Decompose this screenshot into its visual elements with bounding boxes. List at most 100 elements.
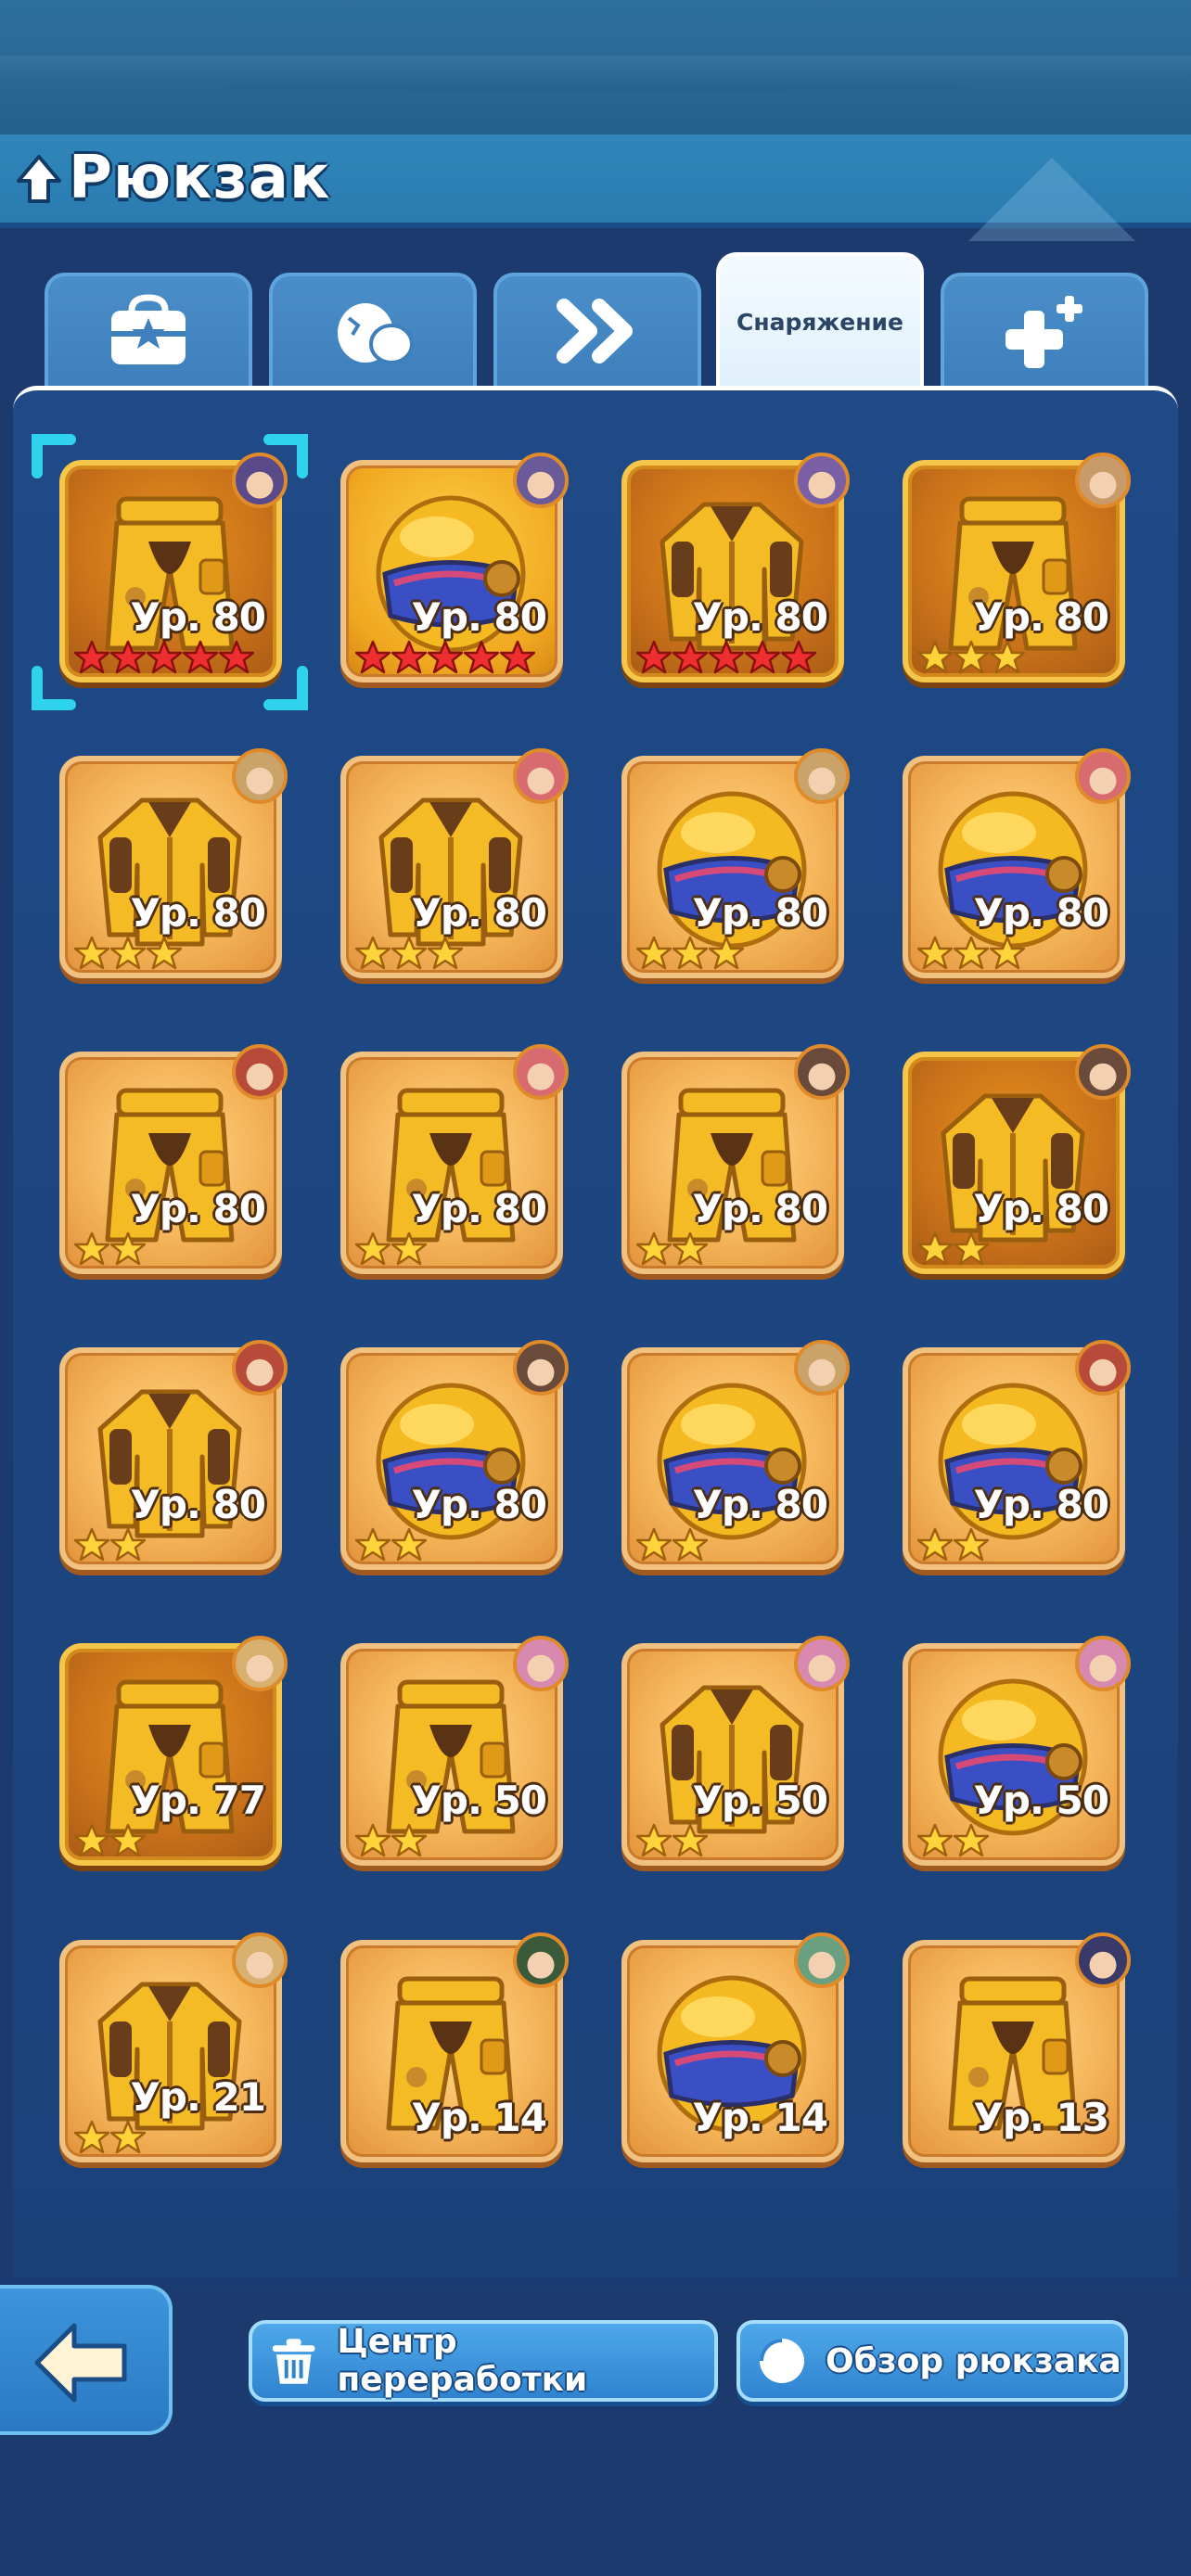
star-rating [74,1823,146,1860]
item-level: Ур. 21 [130,2074,266,2120]
star-rating [917,640,1025,677]
hero-avatar [794,1044,850,1100]
equipment-slot[interactable]: Ур. 80 [903,1340,1131,1570]
star-icon [636,1823,672,1857]
item-level: Ур. 50 [973,1778,1109,1823]
star-icon [709,640,744,674]
item-level: Ур. 80 [130,890,266,936]
equipment-slot[interactable]: Ур. 80 [340,453,569,682]
equipment-slot[interactable]: Ур. 80 [59,1340,288,1570]
equipment-slot[interactable]: Ур. 50 [621,1636,850,1866]
star-icon [355,640,391,674]
equipment-slot[interactable]: Ур. 14 [621,1932,850,2162]
star-icon [183,640,218,674]
star-icon [391,1823,427,1857]
star-rating [917,1527,989,1564]
recycle-center-button[interactable]: Центр переработки [249,2320,718,2402]
equipment-slot[interactable]: Ур. 14 [340,1932,569,2162]
equipment-slot[interactable]: Ур. 80 [340,1340,569,1570]
star-icon [500,640,535,674]
tab-eggs[interactable] [269,273,477,386]
star-rating [917,1823,989,1860]
equipment-slot[interactable]: Ур. 80 [340,1044,569,1274]
star-rating [74,1231,146,1269]
equipment-slot[interactable]: Ур. 80 [621,1044,850,1274]
equipment-slot[interactable]: Ур. 50 [903,1636,1131,1866]
equipment-slot[interactable]: Ур. 80 [903,1044,1131,1274]
item-level: Ур. 80 [692,594,828,640]
item-level: Ур. 80 [692,890,828,936]
equipment-slot[interactable]: Ур. 50 [340,1636,569,1866]
star-icon [954,936,989,970]
star-icon [391,1231,427,1266]
tab-equipment[interactable]: Снаряжение [716,252,924,388]
star-icon [672,1527,708,1562]
item-level: Ур. 80 [411,890,547,936]
star-rating [355,1231,427,1269]
equipment-slot[interactable]: Ур. 21 [59,1932,288,2162]
star-icon [636,640,672,674]
star-rating [917,1231,989,1269]
equipment-slot[interactable]: Ур. 80 [59,453,288,682]
star-icon [74,1527,109,1562]
equipment-slot[interactable]: Ур. 80 [59,748,288,978]
item-level: Ур. 13 [973,2095,1109,2140]
item-level: Ур. 77 [130,1778,266,1823]
hero-avatar [513,748,569,804]
star-icon [954,640,989,674]
pie-chart-icon [760,2339,804,2383]
star-icon [147,936,182,970]
star-icon [745,640,780,674]
backpack-overview-button[interactable]: Обзор рюкзака [736,2320,1128,2402]
item-level: Ур. 80 [973,1186,1109,1231]
star-icon [110,1231,146,1266]
hero-avatar [513,1932,569,1988]
bag-star-icon [111,294,186,364]
item-level: Ур. 80 [130,1186,266,1231]
tab-items[interactable] [45,273,252,386]
hero-avatar [794,1340,850,1396]
star-rating [355,1527,427,1564]
item-level: Ур. 80 [130,1482,266,1527]
equipment-slot[interactable]: Ур. 80 [621,748,850,978]
equipment-slot[interactable]: Ур. 80 [621,1340,850,1570]
hero-avatar [1075,1044,1131,1100]
star-rating [74,640,254,677]
star-icon [391,936,427,970]
star-icon [672,1231,708,1266]
tab-enhance[interactable] [941,273,1148,386]
plus-sparkle-icon [1005,296,1082,368]
hero-avatar [232,748,288,804]
star-icon [110,640,146,674]
star-icon [636,1527,672,1562]
backpack-overview-label: Обзор рюкзака [826,2341,1121,2380]
hero-avatar [1075,748,1131,804]
equipment-slot[interactable]: Ур. 80 [903,453,1131,682]
trash-icon [272,2339,315,2384]
equipment-slot[interactable]: Ур. 13 [903,1932,1131,2162]
equipment-slot[interactable]: Ур. 80 [621,453,850,682]
star-icon [110,1527,146,1562]
tab-upgrade[interactable] [493,273,701,386]
star-icon [990,936,1025,970]
star-icon [954,1527,989,1562]
hero-avatar [1075,1340,1131,1396]
star-icon [636,936,672,970]
equipment-slot[interactable]: Ур. 77 [59,1636,288,1866]
star-icon [110,2120,146,2154]
star-icon [355,1823,391,1857]
equipment-slot[interactable]: Ур. 80 [59,1044,288,1274]
item-level: Ур. 80 [973,594,1109,640]
equipment-slot[interactable]: Ур. 80 [903,748,1131,978]
back-arrow-icon [34,2323,127,2403]
star-rating [355,936,463,973]
star-rating [74,1527,146,1564]
tree-icon [17,155,61,203]
background-triangle-decoration [968,158,1135,241]
hero-avatar [794,453,850,508]
star-icon [672,640,708,674]
star-icon [917,1823,953,1857]
star-rating [74,2120,146,2157]
back-button[interactable] [0,2285,173,2435]
equipment-slot[interactable]: Ур. 80 [340,748,569,978]
